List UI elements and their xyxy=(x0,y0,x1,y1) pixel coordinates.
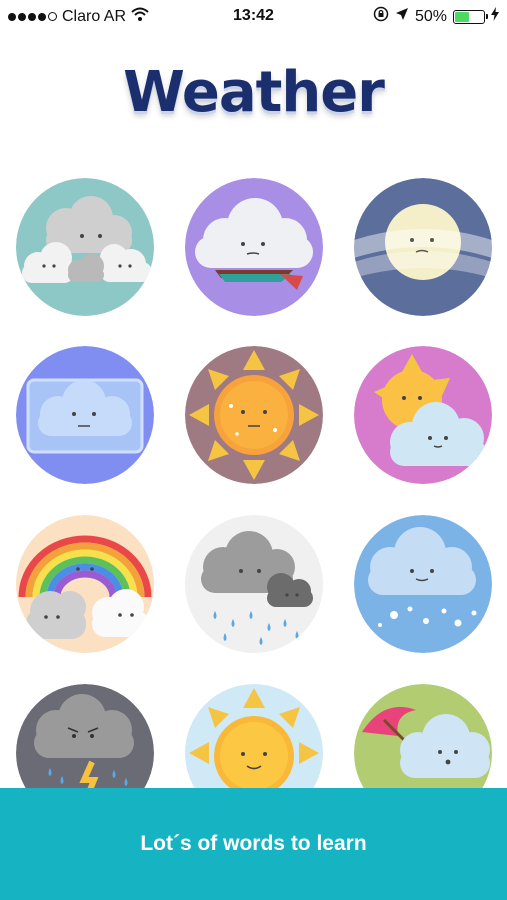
weather-tile-partly-sunny[interactable] xyxy=(354,346,492,484)
weather-tile-rainbow[interactable] xyxy=(16,515,154,653)
weather-tile-cloudy[interactable] xyxy=(16,178,154,316)
fog-icon xyxy=(354,178,492,316)
frozen-cloud-icon xyxy=(16,346,154,484)
weather-tile-snow[interactable] xyxy=(354,515,492,653)
windy-cloud-icon xyxy=(185,178,323,316)
banner-text: Lot´s of words to learn xyxy=(140,832,367,855)
hot-sun-icon xyxy=(185,346,323,484)
rainbow-icon xyxy=(16,515,154,653)
cloudy-icon xyxy=(16,178,154,316)
rain-cloud-icon xyxy=(185,515,323,653)
partly-sunny-icon xyxy=(354,346,492,484)
weather-tile-rain[interactable] xyxy=(185,515,323,653)
snow-cloud-icon xyxy=(354,515,492,653)
weather-grid xyxy=(0,0,507,900)
weather-tile-hot-sun[interactable] xyxy=(185,346,323,484)
bottom-banner: Lot´s of words to learn xyxy=(0,788,507,900)
weather-tile-freezing[interactable] xyxy=(16,346,154,484)
weather-tile-windy-cloud[interactable] xyxy=(185,178,323,316)
weather-tile-fog[interactable] xyxy=(354,178,492,316)
